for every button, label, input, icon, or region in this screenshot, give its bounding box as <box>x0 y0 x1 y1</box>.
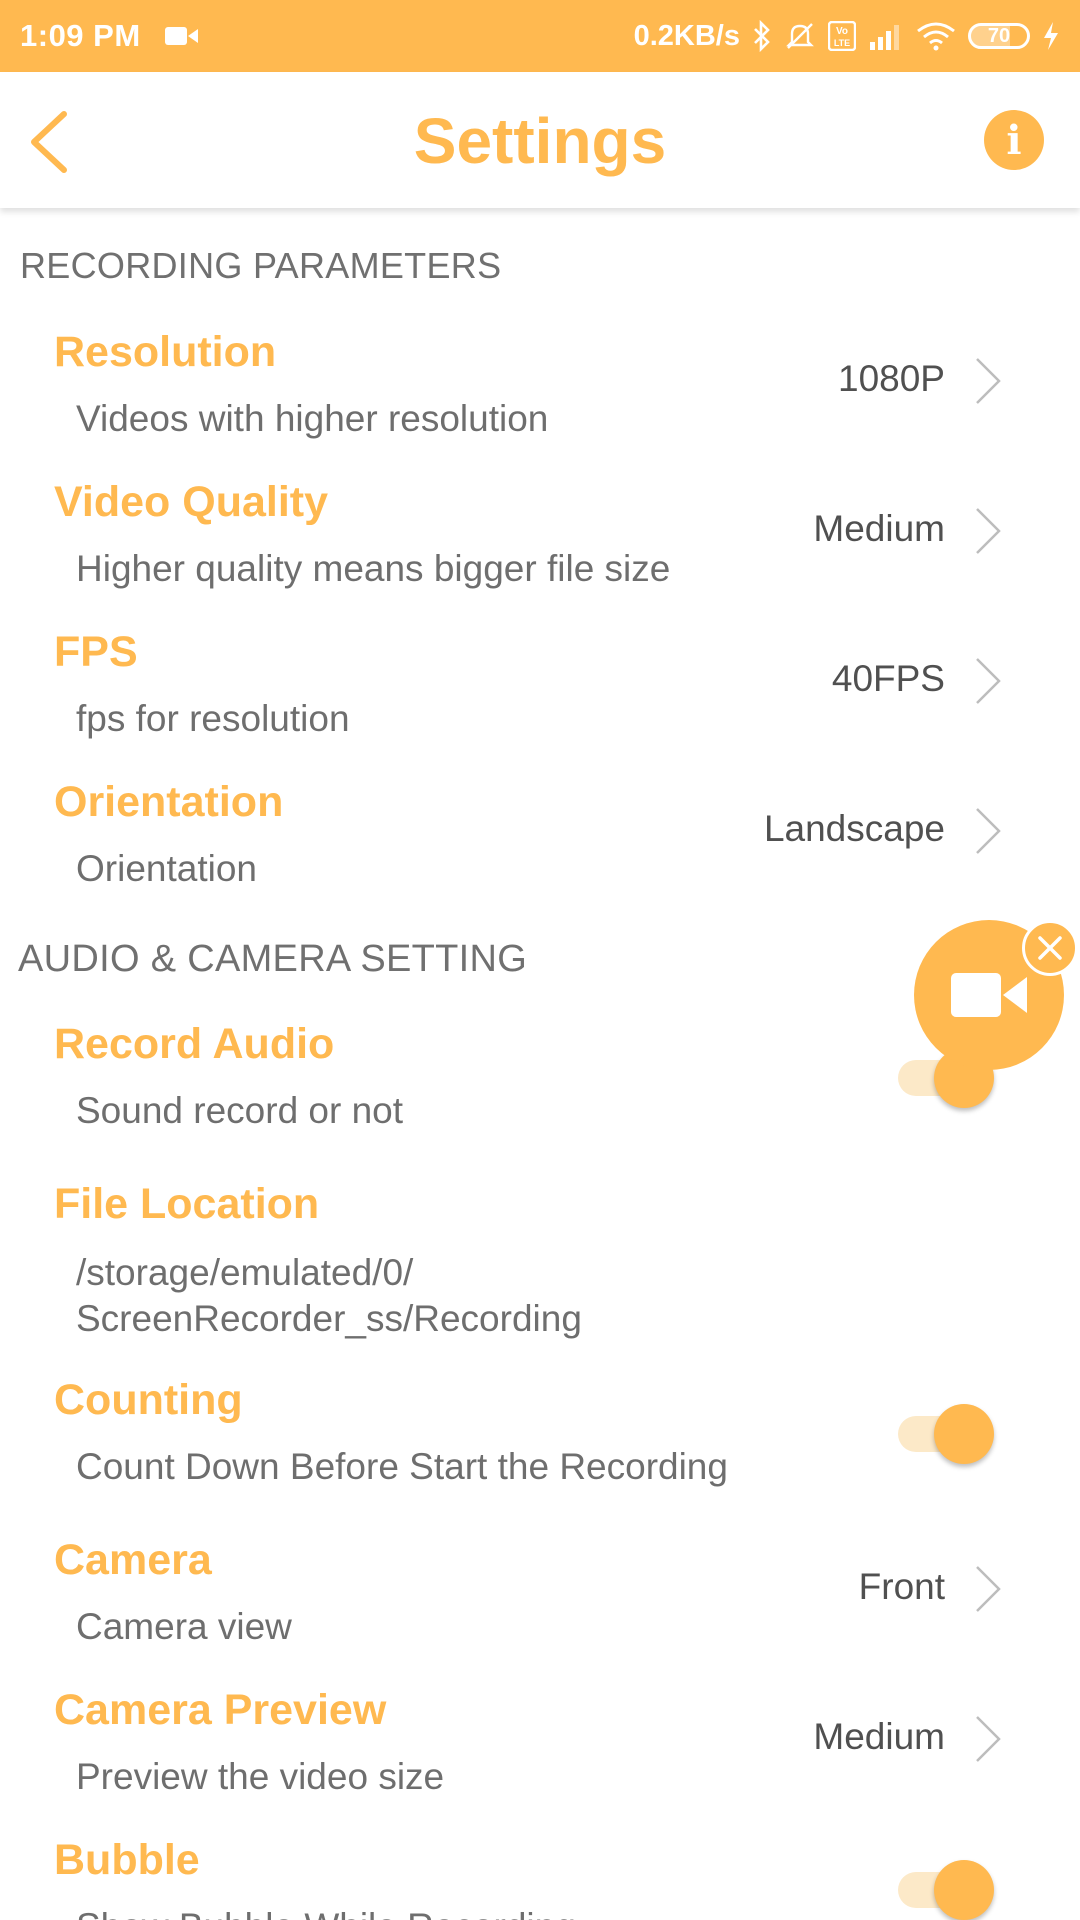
mute-bell-icon <box>786 23 814 49</box>
setting-subtitle: Preview the video size <box>76 1756 445 1797</box>
setting-value: Medium <box>813 1716 945 1757</box>
setting-value: Landscape <box>763 808 945 849</box>
setting-subtitle: Camera view <box>76 1606 292 1647</box>
video-camera-icon <box>951 973 1027 1017</box>
toggle-knob <box>934 1860 994 1920</box>
setting-title: Orientation <box>54 778 284 826</box>
setting-record-audio[interactable]: Record Audio Sound record or not <box>0 1020 1080 1150</box>
setting-value: 1080P <box>838 358 945 399</box>
svg-text:Vo: Vo <box>836 26 848 37</box>
chevron-right-icon <box>976 508 1001 554</box>
setting-camera[interactable]: Camera Camera view Front <box>0 1536 1080 1666</box>
setting-subtitle: Count Down Before Start the Recording <box>76 1446 728 1487</box>
setting-camera-preview[interactable]: Camera Preview Preview the video size Me… <box>0 1686 1080 1816</box>
setting-title: Camera Preview <box>54 1686 387 1734</box>
setting-title: Bubble <box>54 1836 200 1884</box>
setting-subtitle: Higher quality means bigger file size <box>76 548 671 589</box>
svg-text:LTE: LTE <box>834 38 850 48</box>
setting-file-location[interactable]: File Location /storage/emulated/0/ Scree… <box>0 1180 1080 1350</box>
battery-level: 70 <box>987 24 1011 47</box>
setting-title: Video Quality <box>54 478 328 526</box>
setting-orientation[interactable]: Orientation Orientation Landscape <box>0 778 1080 908</box>
setting-title: Camera <box>54 1536 212 1584</box>
setting-value: Medium <box>813 508 945 549</box>
chevron-right-icon <box>976 1566 1001 1612</box>
setting-subtitle: Videos with higher resolution <box>76 398 549 439</box>
setting-bubble[interactable]: Bubble Show Bubble While Recording <box>0 1836 1080 1920</box>
app-bar: Settings i <box>0 72 1080 208</box>
info-icon[interactable]: i <box>984 110 1044 170</box>
status-bar: 1:09 PM 0.2KB/s Vo LTE 70 <box>0 0 1080 72</box>
close-icon <box>1038 936 1062 960</box>
setting-value: 40FPS <box>831 658 945 699</box>
setting-subtitle: Show Bubble While Recording <box>76 1904 576 1920</box>
network-speed: 0.2KB/s <box>633 19 740 52</box>
volte-icon: Vo LTE <box>828 21 856 51</box>
section-header-audio-camera: AUDIO & CAMERA SETTING <box>18 938 528 980</box>
setting-value: Front <box>858 1566 945 1607</box>
page-title: Settings <box>413 105 667 177</box>
setting-resolution[interactable]: Resolution Videos with higher resolution… <box>0 328 1080 458</box>
signal-icon <box>870 25 899 50</box>
setting-title: Counting <box>54 1376 243 1424</box>
setting-title: Record Audio <box>54 1020 335 1068</box>
setting-title: FPS <box>54 628 138 676</box>
setting-fps[interactable]: FPS fps for resolution 40FPS <box>0 628 1080 758</box>
section-header-recording: RECORDING PARAMETERS <box>20 245 502 286</box>
wifi-icon <box>917 22 955 51</box>
video-camera-icon <box>164 27 198 45</box>
bubble-toggle[interactable] <box>898 1860 994 1920</box>
toggle-knob <box>934 1404 994 1464</box>
setting-counting[interactable]: Counting Count Down Before Start the Rec… <box>0 1376 1080 1506</box>
chevron-right-icon <box>976 358 1001 404</box>
bluetooth-icon <box>754 20 770 52</box>
setting-subtitle: /storage/emulated/0/ ScreenRecorder_ss/R… <box>76 1252 582 1339</box>
status-time: 1:09 PM <box>20 18 141 53</box>
chevron-right-icon <box>976 808 1001 854</box>
charging-icon <box>1044 22 1058 50</box>
close-bubble-button[interactable] <box>1022 920 1078 976</box>
setting-title: Resolution <box>54 328 277 376</box>
setting-subtitle: fps for resolution <box>76 698 350 739</box>
battery-icon: 70 <box>968 23 1030 49</box>
info-glyph: i <box>1006 116 1022 164</box>
setting-subtitle: Sound record or not <box>76 1090 404 1131</box>
chevron-right-icon <box>976 658 1001 704</box>
counting-toggle[interactable] <box>898 1404 994 1464</box>
chevron-right-icon <box>976 1716 1001 1762</box>
setting-subtitle: Orientation <box>76 848 257 889</box>
setting-title: File Location <box>54 1180 320 1228</box>
setting-video-quality[interactable]: Video Quality Higher quality means bigge… <box>0 478 1080 608</box>
